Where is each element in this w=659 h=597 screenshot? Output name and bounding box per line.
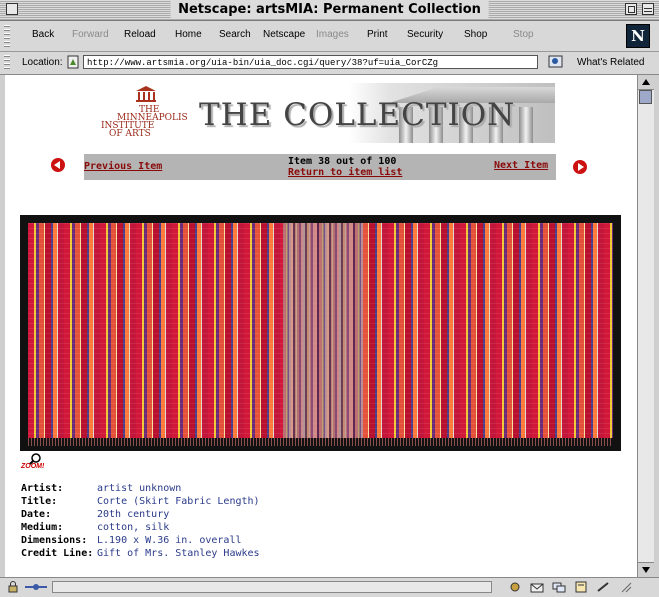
title-value: Corte (Skirt Fabric Length) — [97, 496, 260, 507]
home-button[interactable]: Home — [175, 29, 202, 40]
search-button[interactable]: Search — [219, 29, 251, 40]
bookmark-page-icon[interactable] — [66, 55, 80, 69]
column — [519, 107, 533, 143]
connection-status-icon — [25, 584, 47, 590]
collapse-box[interactable] — [642, 3, 654, 15]
credit-value: Gift of Mrs. Stanley Hawkes — [97, 548, 260, 559]
location-bar: Location: http://www.artsmia.org/uia-bin… — [0, 52, 659, 75]
next-item-link[interactable]: Next Item — [494, 160, 548, 171]
discussions-icon[interactable] — [552, 581, 566, 593]
textile-weave — [28, 223, 613, 438]
reload-button[interactable]: Reload — [124, 29, 156, 40]
medium-value: cotton, silk — [97, 522, 170, 533]
credit-label: Credit Line: — [21, 548, 94, 559]
component-navigator-icon[interactable] — [508, 581, 522, 593]
back-button[interactable]: Back — [32, 29, 54, 40]
images-button[interactable]: Images — [316, 29, 349, 40]
window-title: Netscape: artsMIA: Permanent Collection — [170, 1, 489, 19]
whats-related-button[interactable]: What's Related — [577, 57, 645, 68]
whats-related-icon[interactable] — [548, 55, 564, 69]
netscape-logo[interactable]: N — [626, 24, 650, 48]
scroll-down-arrow-icon[interactable] — [638, 562, 654, 577]
navigation-toolbar: Back Forward Reload Home Search Netscape… — [0, 21, 659, 52]
scroll-up-arrow-icon[interactable] — [638, 75, 654, 90]
item-navigation: Previous Item Item 38 out of 100 Return … — [84, 154, 556, 180]
shop-button[interactable]: Shop — [464, 29, 487, 40]
print-button[interactable]: Print — [367, 29, 388, 40]
window-title-bar[interactable]: Netscape: artsMIA: Permanent Collection — [0, 0, 659, 21]
vertical-scrollbar[interactable] — [637, 75, 654, 577]
status-bar — [0, 577, 659, 597]
textile-fringe — [28, 438, 613, 446]
title-label: Title: — [21, 496, 58, 507]
medium-label: Medium: — [21, 522, 64, 533]
dimensions-value: L.190 x W.36 in. overall — [97, 535, 242, 546]
address-book-icon[interactable] — [574, 581, 588, 593]
toolbar-grip[interactable] — [4, 25, 10, 47]
textile-image[interactable] — [20, 215, 621, 451]
artist-value: artist unknown — [97, 483, 182, 494]
page-content: THE MINNEAPOLIS INSTITUTE OF ARTS THE CO… — [5, 75, 637, 577]
mia-temple-logo — [136, 86, 156, 102]
zoom-link[interactable]: ZOOM! — [21, 463, 44, 470]
location-label: Location: — [22, 57, 63, 68]
next-arrow-icon[interactable] — [573, 160, 587, 174]
collection-title: THE COLLECTION — [199, 97, 516, 133]
dimensions-label: Dimensions: — [21, 535, 88, 546]
previous-item-link[interactable]: Previous Item — [84, 161, 162, 172]
close-box[interactable] — [6, 3, 18, 15]
item-count: Item 38 out of 100 — [288, 156, 397, 167]
security-lock-icon[interactable] — [6, 581, 20, 593]
scroll-thumb[interactable] — [639, 90, 652, 104]
zoom-box[interactable] — [625, 3, 637, 15]
textile-center-panel — [283, 223, 363, 438]
security-button[interactable]: Security — [407, 29, 443, 40]
netscape-button[interactable]: Netscape — [263, 29, 305, 40]
mail-icon[interactable] — [530, 581, 544, 593]
status-progress-area — [52, 581, 492, 593]
collection-banner: THE MINNEAPOLIS INSTITUTE OF ARTS THE CO… — [89, 83, 555, 143]
return-to-list-link[interactable]: Return to item list — [288, 167, 402, 178]
date-label: Date: — [21, 509, 52, 520]
forward-button[interactable]: Forward — [72, 29, 109, 40]
previous-arrow-icon[interactable] — [51, 158, 65, 172]
location-grip[interactable] — [4, 55, 10, 71]
stop-button[interactable]: Stop — [513, 29, 534, 40]
url-input[interactable]: http://www.artsmia.org/uia-bin/uia_doc.c… — [83, 55, 538, 69]
artist-label: Artist: — [21, 483, 64, 494]
resize-grip-icon[interactable] — [618, 581, 632, 593]
composer-icon[interactable] — [596, 581, 610, 593]
institute-line: OF ARTS — [109, 129, 151, 139]
date-value: 20th century — [97, 509, 170, 520]
